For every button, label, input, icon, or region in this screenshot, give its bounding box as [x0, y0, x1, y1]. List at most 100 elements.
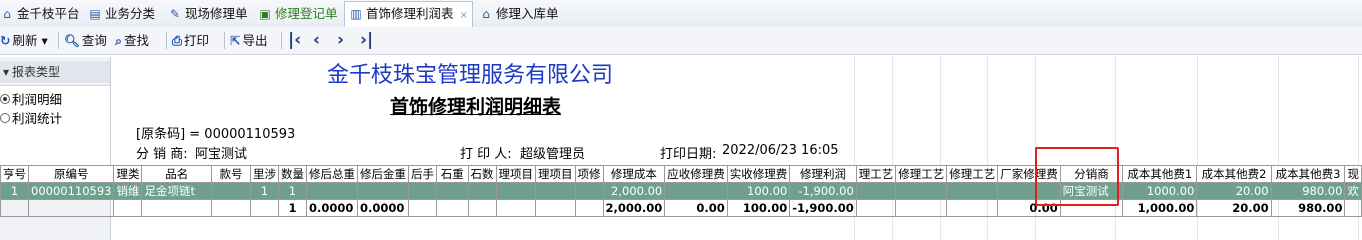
data-cell[interactable] — [407, 182, 437, 200]
total-cell — [435, 199, 469, 217]
chevron-down-icon: ▾ — [41, 33, 48, 48]
refresh-button[interactable]: ↻ 刷新 ▾ — [0, 30, 48, 51]
header-cell: 修后金重 — [356, 165, 409, 183]
total-cell — [495, 199, 536, 217]
total-cell: 2,000.00 — [602, 199, 666, 217]
table-row[interactable]: 1 00000110593 销维 足金项链t 1 1 2,000.00 100.00 -1,90… — [0, 182, 1362, 200]
find-icon: ⌕ — [115, 33, 123, 48]
data-cell[interactable] — [305, 182, 358, 200]
header-cell: 石重 — [435, 165, 469, 183]
radio-profit-detail[interactable]: 利润明细 — [0, 91, 62, 109]
header-cell: 修理工艺 — [946, 165, 999, 183]
data-cell[interactable] — [356, 182, 409, 200]
total-cell — [574, 199, 604, 217]
printer-value: 超级管理员 — [520, 147, 586, 162]
last-page-icon[interactable]: ›| — [360, 30, 373, 51]
tab-business-category[interactable]: ▤ 业务分类 — [88, 2, 155, 26]
refresh-icon: ↻ — [0, 33, 11, 48]
total-cell: 0.0000 — [305, 199, 358, 217]
chevron-down-icon: ▾ — [3, 65, 10, 79]
data-cell[interactable]: 1000.00 — [1122, 182, 1198, 200]
data-cell[interactable]: 销维 — [113, 182, 143, 200]
table-header-row: 亨号 原编号 理类 品名 款号 里涉 数量 修后总重 修后金重 后手 石重 石数 理项目 理项目 项修 修理成… — [0, 165, 1362, 183]
data-cell[interactable]: 1 — [277, 182, 307, 200]
next-page-icon[interactable]: › — [337, 30, 344, 51]
tab-repair-stock-in[interactable]: ⌂ 修理入库单 — [479, 2, 558, 26]
data-cell[interactable] — [495, 182, 536, 200]
report-icon: ▥ — [350, 7, 362, 21]
print-button[interactable]: ⎙ 打印 — [172, 30, 209, 51]
data-cell[interactable]: 1 — [249, 182, 279, 200]
tab-repair-profit[interactable]: ▥ 首饰修理利润表 × — [344, 1, 473, 27]
report-type-header[interactable]: ▾ 报表类型 — [0, 61, 110, 83]
print-date-value: 2022/06/23 16:05 — [722, 143, 839, 158]
total-cell — [855, 199, 897, 217]
distributor-label: 分 销 商: — [136, 147, 188, 162]
total-cell: 100.00 — [726, 199, 791, 217]
total-cell — [141, 199, 212, 217]
data-cell[interactable] — [210, 182, 251, 200]
total-cell: 0.00 — [664, 199, 728, 217]
data-cell[interactable] — [895, 182, 948, 200]
header-cell: 成本其他费3 — [1270, 165, 1346, 183]
prev-page-icon[interactable]: ‹ — [313, 30, 320, 51]
tab-platform[interactable]: ⌂ 金千枝平台 — [0, 2, 79, 26]
total-cell — [113, 199, 143, 217]
data-cell[interactable]: 欢 — [1344, 182, 1362, 200]
header-cell: 款号 — [210, 165, 251, 183]
data-cell[interactable]: 2,000.00 — [602, 182, 666, 200]
data-cell[interactable]: 00000110593 — [27, 182, 115, 200]
home-icon: ⌂ — [3, 7, 11, 21]
total-cell — [535, 199, 576, 217]
total-cell — [407, 199, 437, 217]
header-cell: 现 — [1344, 165, 1362, 183]
data-cell[interactable] — [574, 182, 604, 200]
toolbar: ↻ 刷新 ▾ 🔍︎ 查询 ⌕ 查找 ⎙ 打印 ⇱ 导出 |‹ ‹ › ›| — [0, 27, 1362, 55]
barcode-filter: [原条码] = 00000110593 — [136, 127, 296, 142]
data-cell[interactable] — [467, 182, 497, 200]
close-icon[interactable]: × — [460, 10, 468, 21]
header-cell: 实收修理费 — [726, 165, 791, 183]
print-date-label: 打印日期: — [660, 147, 717, 162]
distributor-value: 阿宝测试 — [195, 147, 248, 162]
find-button[interactable]: ⌕ 查找 — [115, 30, 149, 51]
data-cell[interactable] — [855, 182, 897, 200]
data-cell[interactable] — [435, 182, 469, 200]
header-cell: 理工艺 — [855, 165, 897, 183]
header-cell: 修理工艺 — [895, 165, 948, 183]
radio-profit-stats[interactable]: 利润统计 — [0, 110, 62, 128]
data-cell[interactable]: 100.00 — [726, 182, 791, 200]
toolbar-divider — [281, 32, 282, 49]
data-cell[interactable]: 980.00 — [1270, 182, 1346, 200]
header-cell: 项修 — [574, 165, 604, 183]
data-cell[interactable]: 1 — [0, 182, 29, 200]
export-button[interactable]: ⇱ 导出 — [230, 30, 268, 51]
report-title: 首饰修理利润明细表 — [390, 96, 562, 118]
query-button[interactable]: 🔍︎ 查询 — [64, 30, 107, 51]
header-cell: 里涉 — [249, 165, 279, 183]
toolbar-divider — [166, 32, 167, 49]
export-icon: ⇱ — [230, 33, 241, 48]
book-icon: ▤ — [89, 7, 101, 21]
tab-repair-register[interactable]: ▣ 修理登记单 — [258, 2, 337, 26]
first-page-icon[interactable]: |‹ — [288, 30, 301, 51]
radio-icon — [0, 113, 10, 123]
header-cell: 后手 — [407, 165, 437, 183]
data-cell[interactable] — [946, 182, 999, 200]
header-cell: 修理利润 — [789, 165, 857, 183]
header-cell: 亨号 — [0, 165, 29, 183]
header-cell: 数量 — [277, 165, 307, 183]
header-cell: 品名 — [141, 165, 212, 183]
distributor-column-highlight — [1035, 147, 1119, 206]
data-cell[interactable]: -1,900.00 — [789, 182, 857, 200]
data-cell[interactable]: 足金项链t — [141, 182, 212, 200]
search-icon: 🔍︎ — [64, 33, 80, 48]
header-cell: 理项目 — [535, 165, 576, 183]
toolbar-divider — [224, 32, 225, 49]
printer-icon: ⎙ — [172, 33, 183, 48]
data-cell[interactable]: 20.00 — [1196, 182, 1272, 200]
data-cell[interactable] — [535, 182, 576, 200]
tab-onsite-repair[interactable]: ✎ 现场修理单 — [168, 2, 248, 26]
data-cell[interactable] — [664, 182, 728, 200]
total-cell — [0, 199, 29, 217]
